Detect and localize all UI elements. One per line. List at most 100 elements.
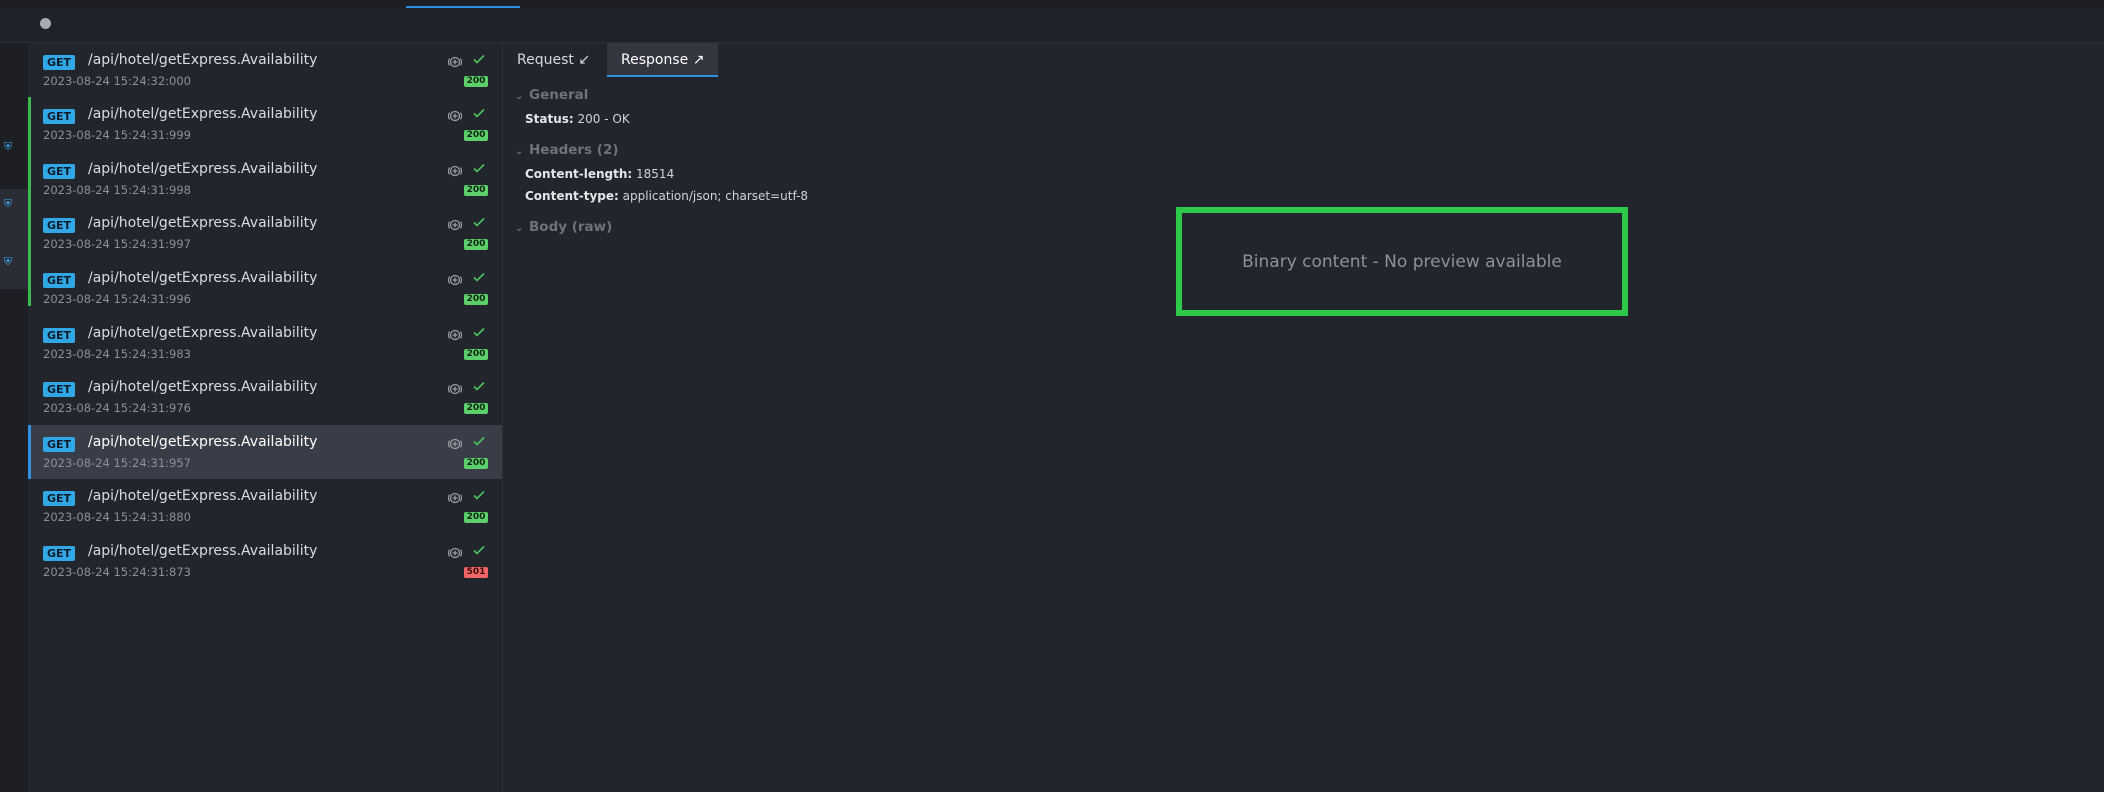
mock-rule-icon[interactable] <box>447 327 463 343</box>
request-path: /api/hotel/getExpress.Availability <box>88 161 318 177</box>
section-body[interactable]: ⌄ Body (raw) <box>515 219 612 235</box>
app-window: ⛨ ⛨ ⛨ GET /api/hotel/getExpress.Availabi… <box>0 0 2104 792</box>
shield-icon[interactable]: ⛨ <box>2 198 14 210</box>
mock-rule-icon[interactable] <box>447 108 463 124</box>
request-timestamp: 2023-08-24 15:24:31:999 <box>43 128 191 142</box>
method-badge: GET <box>43 273 75 288</box>
check-icon <box>473 490 485 500</box>
tab-request[interactable]: Request ↙ <box>503 43 604 77</box>
method-badge: GET <box>43 491 75 506</box>
request-path: /api/hotel/getExpress.Availability <box>88 379 318 395</box>
request-path: /api/hotel/getExpress.Availability <box>88 543 318 559</box>
request-path: /api/hotel/getExpress.Availability <box>88 106 318 122</box>
mock-rule-icon[interactable] <box>447 381 463 397</box>
check-icon <box>473 163 485 173</box>
tab-request-label: Request <box>517 52 574 68</box>
group-indicator <box>28 206 31 261</box>
request-list: GET /api/hotel/getExpress.Availability 2… <box>28 43 503 792</box>
method-badge: GET <box>43 109 75 124</box>
status-badge: 501 <box>464 567 488 578</box>
status-row: Status: 200 - OK <box>525 112 630 126</box>
method-badge: GET <box>43 546 75 561</box>
arrow-up-right-icon: ↗ <box>692 52 705 68</box>
method-badge: GET <box>43 382 75 397</box>
active-top-tab-indicator <box>406 6 520 8</box>
section-general-label: General <box>529 87 589 103</box>
method-badge: GET <box>43 164 75 179</box>
status-badge: 200 <box>464 239 488 250</box>
request-timestamp: 2023-08-24 15:24:31:997 <box>43 237 191 251</box>
filter-bar <box>0 9 2104 43</box>
request-timestamp: 2023-08-24 15:24:31:880 <box>43 510 191 524</box>
mock-rule-icon[interactable] <box>447 217 463 233</box>
shield-icon[interactable]: ⛨ <box>2 256 14 268</box>
section-general[interactable]: ⌄ General <box>515 87 588 103</box>
method-badge: GET <box>43 328 75 343</box>
method-badge: GET <box>43 55 75 70</box>
request-timestamp: 2023-08-24 15:24:31:998 <box>43 183 191 197</box>
mock-rule-icon[interactable] <box>447 54 463 70</box>
request-path: /api/hotel/getExpress.Availability <box>88 488 318 504</box>
request-row[interactable]: GET /api/hotel/getExpress.Availability 2… <box>28 206 502 261</box>
section-body-label: Body (raw) <box>529 219 613 235</box>
chevron-icon: ⌄ <box>515 146 524 157</box>
mock-rule-icon[interactable] <box>447 163 463 179</box>
check-icon <box>473 381 485 391</box>
tab-response[interactable]: Response ↗ <box>607 43 719 77</box>
status-value: 200 - OK <box>577 112 630 126</box>
section-headers[interactable]: ⌄ Headers (2) <box>515 142 619 158</box>
request-path: /api/hotel/getExpress.Availability <box>88 434 318 450</box>
check-icon <box>473 217 485 227</box>
status-badge: 200 <box>464 294 488 305</box>
chevron-icon: ⌄ <box>515 223 524 234</box>
request-row[interactable]: GET /api/hotel/getExpress.Availability 2… <box>28 97 502 152</box>
mock-rule-icon[interactable] <box>447 272 463 288</box>
request-timestamp: 2023-08-24 15:24:31:996 <box>43 292 191 306</box>
request-row[interactable]: GET /api/hotel/getExpress.Availability 2… <box>28 534 502 588</box>
request-path: /api/hotel/getExpress.Availability <box>88 52 318 68</box>
status-badge: 200 <box>464 458 488 469</box>
check-icon <box>473 436 485 446</box>
header-key: Content-type: <box>525 189 619 203</box>
status-badge: 200 <box>464 512 488 523</box>
request-timestamp: 2023-08-24 15:24:31:976 <box>43 401 191 415</box>
binary-content-message: Binary content - No preview available <box>1242 251 1562 272</box>
header-value: 18514 <box>636 167 675 181</box>
check-icon <box>473 54 485 64</box>
request-row[interactable]: GET /api/hotel/getExpress.Availability 2… <box>28 152 502 207</box>
header-value: application/json; charset=utf-8 <box>622 189 809 203</box>
request-row[interactable]: GET /api/hotel/getExpress.Availability 2… <box>28 261 502 315</box>
method-badge: GET <box>43 218 75 233</box>
group-indicator <box>28 97 31 152</box>
active-tab-indicator <box>607 75 719 77</box>
shield-icon[interactable]: ⛨ <box>2 141 14 153</box>
record-dot-icon[interactable] <box>40 18 51 29</box>
request-row[interactable]: GET /api/hotel/getExpress.Availability 2… <box>28 43 502 97</box>
mock-rule-icon[interactable] <box>447 490 463 506</box>
detail-panel: Request ↙ Response ↗ ⌄ General Status: 20… <box>503 43 2104 792</box>
request-timestamp: 2023-08-24 15:24:32:000 <box>43 74 191 88</box>
status-badge: 200 <box>464 185 488 196</box>
check-icon <box>473 108 485 118</box>
request-row[interactable]: GET /api/hotel/getExpress.Availability 2… <box>28 370 502 424</box>
top-tab-strip <box>0 0 2104 9</box>
section-headers-label: Headers (2) <box>529 142 619 158</box>
side-rail: ⛨ ⛨ ⛨ <box>0 43 29 792</box>
status-badge: 200 <box>464 76 488 87</box>
mock-rule-icon[interactable] <box>447 545 463 561</box>
request-row[interactable]: GET /api/hotel/getExpress.Availability 2… <box>28 316 502 370</box>
check-icon <box>473 545 485 555</box>
header-row: Content-length: 18514 <box>525 167 674 181</box>
request-timestamp: 2023-08-24 15:24:31:983 <box>43 347 191 361</box>
request-row-selected[interactable]: GET /api/hotel/getExpress.Availability 2… <box>28 425 502 479</box>
request-timestamp: 2023-08-24 15:24:31:957 <box>43 456 191 470</box>
group-indicator <box>28 261 31 306</box>
request-row[interactable]: GET /api/hotel/getExpress.Availability 2… <box>28 479 502 533</box>
mock-rule-icon[interactable] <box>447 436 463 452</box>
status-badge: 200 <box>464 349 488 360</box>
check-icon <box>473 272 485 282</box>
status-key: Status: <box>525 112 574 126</box>
tab-response-label: Response <box>621 52 689 68</box>
request-path: /api/hotel/getExpress.Availability <box>88 325 318 341</box>
selection-indicator <box>28 425 31 479</box>
